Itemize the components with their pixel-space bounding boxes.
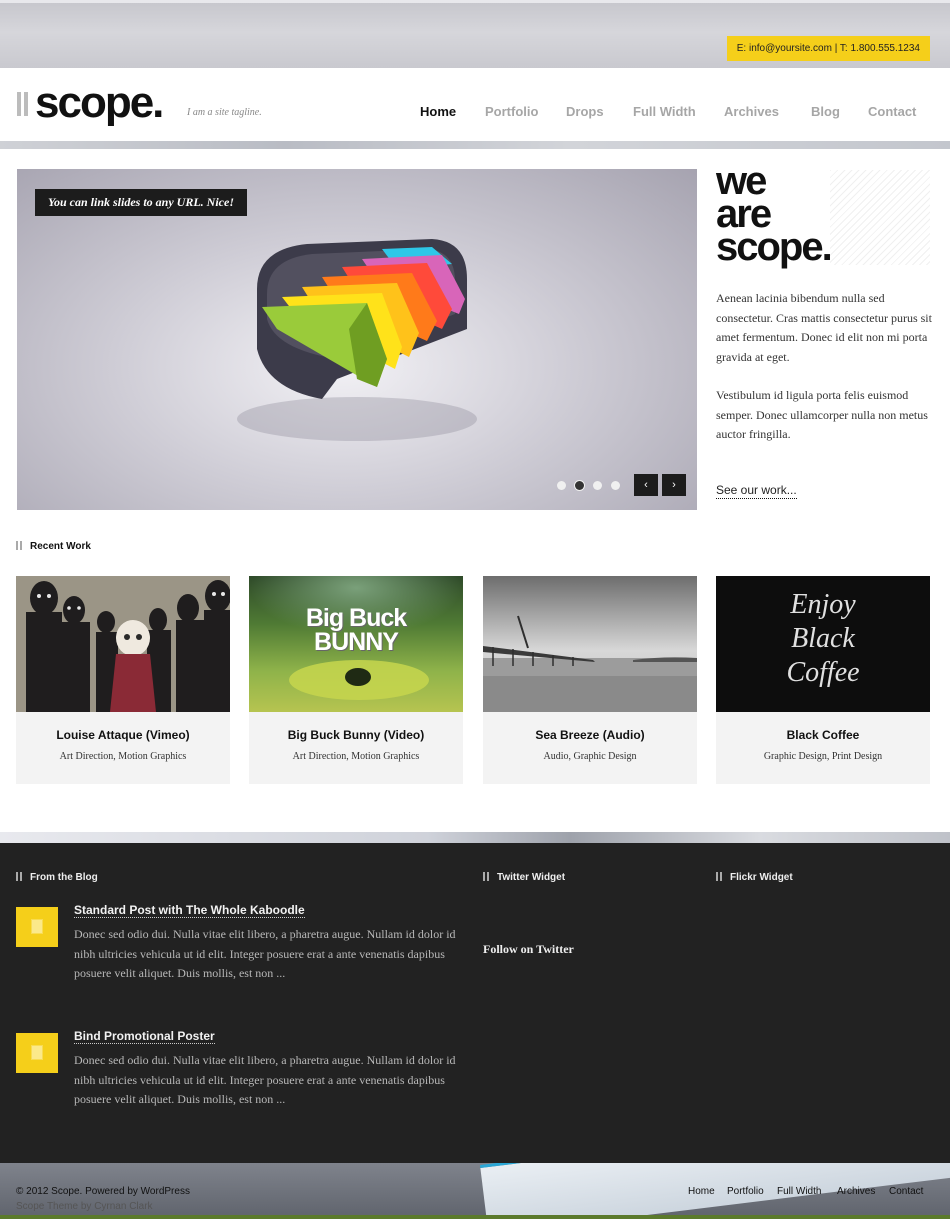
nav-home[interactable]: Home — [420, 104, 456, 119]
slide-caption[interactable]: You can link slides to any URL. Nice! — [35, 189, 248, 216]
bottom-accent-line — [0, 1215, 950, 1219]
intro-paragraph: Aenean lacinia bibendum nulla sed consec… — [716, 291, 932, 364]
follow-twitter-link[interactable]: Follow on Twitter — [483, 942, 574, 957]
thumb-text: Enjoy — [790, 589, 856, 620]
thumb-text: Coffee — [786, 657, 860, 688]
intro-paragraph: Vestibulum id ligula porta felis euismod… — [716, 388, 928, 441]
nav-archives[interactable]: Archives — [724, 104, 779, 119]
see-our-work-link[interactable]: See our work... — [716, 483, 797, 499]
footer-nav-archives[interactable]: Archives — [837, 1186, 875, 1197]
slider-prev-button[interactable]: ‹ — [634, 474, 658, 496]
work-categories: Audio, Graphic Design — [543, 751, 637, 762]
footer-nav-full-width[interactable]: Full Width — [777, 1186, 821, 1197]
section-bars-icon — [16, 541, 24, 550]
blog-heading: From the Blog — [16, 871, 98, 883]
footer-nav-portfolio[interactable]: Portfolio — [727, 1186, 764, 1197]
blog-post-excerpt: Donec sed odio dui. Nulla vitae elit lib… — [74, 1053, 456, 1106]
nav-portfolio[interactable]: Portfolio — [485, 104, 538, 119]
section-bars-icon — [483, 872, 491, 881]
footer-nav: Home Portfolio Full Width Archives Conta… — [0, 1186, 950, 1200]
footer-nav-contact[interactable]: Contact — [889, 1186, 923, 1197]
rainbow-block-illustration — [237, 239, 477, 441]
work-thumbnail[interactable] — [16, 576, 230, 712]
flickr-heading: Flickr Widget — [716, 871, 793, 883]
thumb-text: Big Buck — [305, 604, 407, 632]
section-heading-text: Twitter Widget — [497, 872, 566, 883]
nav-drops[interactable]: Drops — [566, 104, 604, 119]
slide-dot[interactable] — [557, 481, 566, 490]
work-categories: Graphic Design, Print Design — [763, 751, 883, 762]
slide-dot[interactable] — [593, 481, 602, 490]
image-slider[interactable]: You can link slides to any URL. Nice! ‹ … — [17, 169, 697, 510]
recent-work-heading: Recent Work — [16, 540, 91, 552]
work-card[interactable]: Enjoy Black Coffee Black Coffee Graphic … — [716, 576, 930, 784]
blog-post-title[interactable]: Standard Post with The Whole Kaboodle — [74, 903, 305, 918]
work-thumbnail[interactable]: Big Buck BUNNY — [249, 576, 463, 712]
footer-nav-home[interactable]: Home — [688, 1186, 715, 1197]
nav-contact[interactable]: Contact — [868, 104, 916, 119]
work-thumbnail[interactable] — [483, 576, 697, 712]
section-bars-icon — [716, 872, 724, 881]
blog-post-excerpt: Donec sed odio dui. Nulla vitae elit lib… — [74, 927, 456, 980]
chevron-left-icon: ‹ — [644, 479, 648, 491]
twitter-heading: Twitter Widget — [483, 871, 565, 883]
theme-credit: Scope Theme by Cyrnan Clark — [16, 1201, 153, 1212]
main-nav: Home Portfolio Drops Full Width Archives… — [0, 104, 950, 122]
work-card[interactable]: Sea Breeze (Audio) Audio, Graphic Design — [483, 576, 697, 784]
thumb-text: Black — [791, 623, 855, 654]
chevron-right-icon: › — [672, 479, 676, 491]
work-title[interactable]: Sea Breeze (Audio) — [483, 728, 697, 742]
work-title[interactable]: Big Buck Bunny (Video) — [249, 728, 463, 742]
contact-info: E: info@yoursite.com | T: 1.800.555.1234 — [726, 36, 930, 61]
slide-dot-active[interactable] — [575, 481, 584, 490]
slider-next-button[interactable]: › — [662, 474, 686, 496]
work-thumbnail[interactable]: Enjoy Black Coffee — [716, 576, 930, 712]
document-icon — [16, 1033, 58, 1073]
slide-dot[interactable] — [611, 481, 620, 490]
top-bar: E: info@yoursite.com | T: 1.800.555.1234 — [0, 0, 950, 68]
work-categories: Art Direction, Motion Graphics — [59, 751, 187, 762]
work-title[interactable]: Black Coffee — [716, 728, 930, 742]
work-categories: Art Direction, Motion Graphics — [292, 751, 420, 762]
nav-blog[interactable]: Blog — [811, 104, 840, 119]
footer-widgets — [0, 843, 950, 1163]
section-heading-text: Recent Work — [30, 541, 91, 552]
section-heading-text: From the Blog — [30, 872, 98, 883]
work-card[interactable]: Big Buck BUNNY Big Buck Bunny (Video) Ar… — [249, 576, 463, 784]
section-heading-text: Flickr Widget — [730, 872, 793, 883]
work-card[interactable]: Louise Attaque (Vimeo) Art Direction, Mo… — [16, 576, 230, 784]
work-title[interactable]: Louise Attaque (Vimeo) — [16, 728, 230, 742]
blog-post-title[interactable]: Bind Promotional Poster — [74, 1029, 215, 1044]
thumb-text: BUNNY — [314, 628, 399, 656]
nav-full-width[interactable]: Full Width — [633, 104, 696, 119]
header-divider — [0, 141, 950, 149]
intro-heading: we are scope. — [716, 161, 936, 269]
section-bars-icon — [16, 872, 24, 881]
intro-heading-line: scope. — [716, 225, 833, 269]
document-icon — [16, 907, 58, 947]
